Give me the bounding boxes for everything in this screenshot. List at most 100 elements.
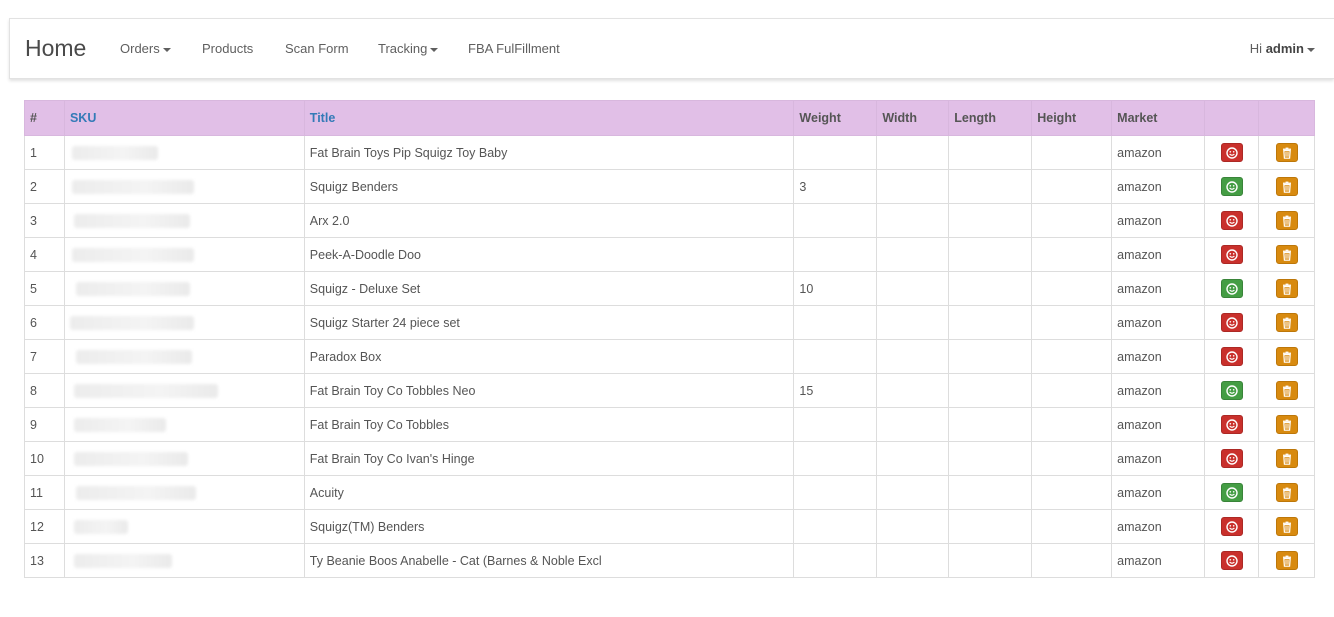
delete-button[interactable] [1275,483,1298,502]
cell-height [1031,169,1113,204]
cell-status [1204,441,1260,476]
status-button[interactable] [1220,211,1243,230]
table-row: 2 Squigz Benders 3 amazon [24,169,1315,204]
status-button[interactable] [1220,449,1243,468]
smile-icon [1225,418,1238,431]
cell-market: amazon [1111,339,1206,374]
cell-num: 8 [24,373,65,408]
cell-num: 13 [24,543,65,578]
nav-products-link[interactable]: Products [202,41,253,56]
cell-height [1031,339,1113,374]
brand-home-link[interactable]: Home [25,35,86,62]
delete-button[interactable] [1275,381,1298,400]
cell-sku [63,373,305,408]
cell-height [1031,135,1113,170]
cell-status [1204,237,1260,272]
cell-num: 11 [24,475,65,510]
cell-delete [1258,237,1315,272]
cell-sku [63,339,305,374]
cell-length [948,135,1033,170]
cell-delete [1258,543,1315,578]
trash-icon [1281,317,1293,329]
smile-icon [1225,452,1238,465]
status-button[interactable] [1220,245,1243,264]
status-button[interactable] [1220,415,1243,434]
status-button[interactable] [1220,177,1243,196]
trash-icon [1281,215,1293,227]
table-body: 1 Fat Brain Toys Pip Squigz Toy Baby amazo… [24,135,1315,578]
cell-weight [793,407,878,442]
status-button[interactable] [1220,483,1243,502]
nav-tracking-label: Tracking [378,41,428,56]
cell-market: amazon [1111,407,1206,442]
cell-delete [1258,475,1315,510]
delete-button[interactable] [1275,347,1298,366]
col-header-delete [1258,100,1315,136]
col-header-num: # [24,100,65,136]
table-header-row: # SKU Title Weight Width Length Height M… [24,100,1315,136]
cell-height [1031,407,1113,442]
cell-delete [1258,339,1315,374]
nav-orders-dropdown[interactable]: Orders [120,41,171,56]
cell-num: 7 [24,339,65,374]
nav-fba-fulfillment-link[interactable]: FBA FulFillment [468,41,560,56]
cell-height [1031,543,1113,578]
delete-button[interactable] [1275,279,1298,298]
table-row: 5 Squigz - Deluxe Set 10 amazon [24,271,1315,306]
cell-title: Squigz(TM) Benders [303,509,795,544]
col-header-title[interactable]: Title [303,100,795,136]
cell-title: Fat Brain Toy Co Ivan's Hinge [303,441,795,476]
cell-num: 10 [24,441,65,476]
cell-market: amazon [1111,509,1206,544]
cell-length [948,237,1033,272]
sku-redacted [71,145,158,160]
status-button[interactable] [1220,517,1243,536]
caret-down-icon [430,47,439,52]
col-header-weight: Weight [793,100,878,136]
delete-button[interactable] [1275,143,1298,162]
nav-tracking-dropdown[interactable]: Tracking [378,41,439,56]
cell-width [876,271,950,306]
cell-num: 3 [24,203,65,238]
status-button[interactable] [1220,279,1243,298]
sku-redacted [73,451,188,466]
smile-icon [1225,282,1238,295]
delete-button[interactable] [1275,415,1298,434]
status-button[interactable] [1220,143,1243,162]
cell-sku [63,407,305,442]
delete-button[interactable] [1275,517,1298,536]
cell-height [1031,509,1113,544]
delete-button[interactable] [1275,313,1298,332]
cell-width [876,203,950,238]
cell-delete [1258,407,1315,442]
cell-title: Fat Brain Toys Pip Squigz Toy Baby [303,135,795,170]
status-button[interactable] [1220,551,1243,570]
smile-icon [1225,248,1238,261]
user-menu-dropdown[interactable]: Hi admin [1250,41,1315,56]
table-row: 6 Squigz Starter 24 piece set amazon [24,305,1315,340]
cell-sku [63,203,305,238]
status-button[interactable] [1220,381,1243,400]
cell-sku [63,543,305,578]
status-button[interactable] [1220,313,1243,332]
delete-button[interactable] [1275,551,1298,570]
delete-button[interactable] [1275,245,1298,264]
cell-weight: 3 [793,169,878,204]
delete-button[interactable] [1275,211,1298,230]
cell-status [1204,271,1260,306]
col-header-market: Market [1111,100,1206,136]
cell-weight [793,543,878,578]
delete-button[interactable] [1275,449,1298,468]
sku-redacted [73,213,190,228]
cell-length [948,339,1033,374]
nav-scan-form-link[interactable]: Scan Form [285,41,349,56]
cell-delete [1258,135,1315,170]
cell-weight [793,203,878,238]
cell-width [876,407,950,442]
status-button[interactable] [1220,347,1243,366]
cell-status [1204,135,1260,170]
col-header-sku[interactable]: SKU [63,100,305,136]
cell-market: amazon [1111,441,1206,476]
delete-button[interactable] [1275,177,1298,196]
table-row: 7 Paradox Box amazon [24,339,1315,374]
